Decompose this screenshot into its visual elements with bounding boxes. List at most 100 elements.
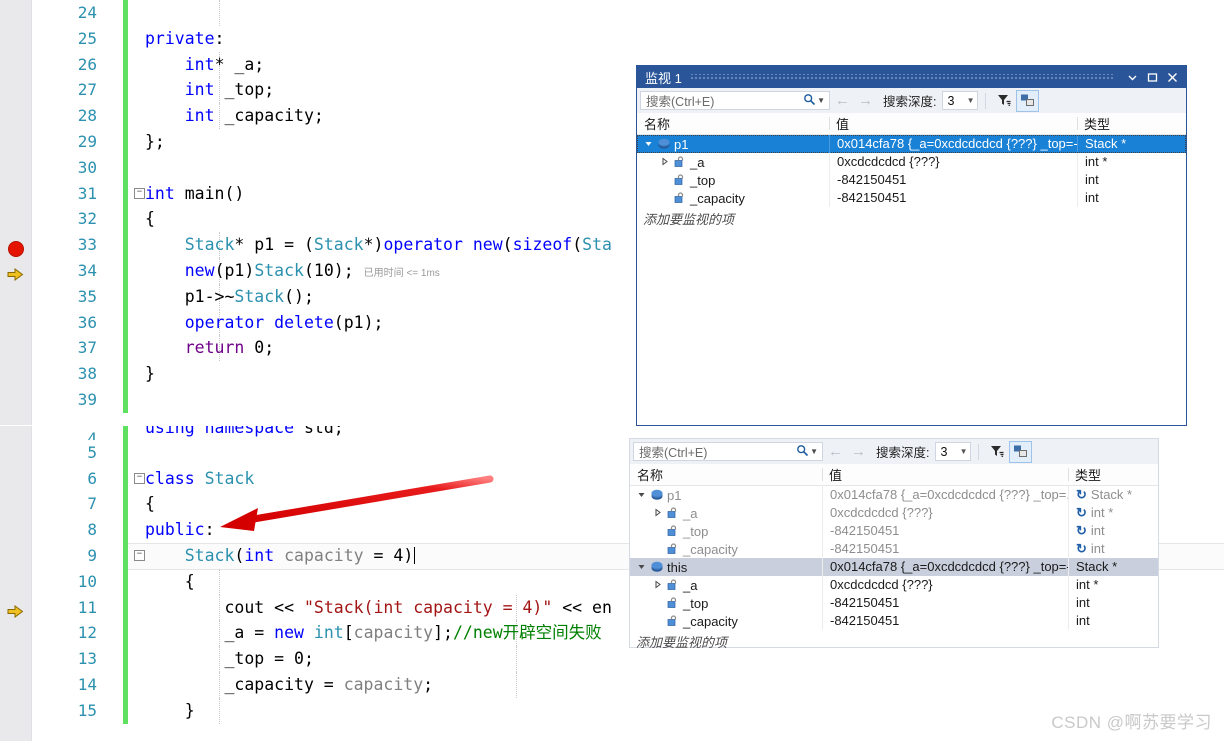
fold-toggle-icon[interactable]: − — [134, 472, 145, 484]
code-line[interactable]: 25 private: — [31, 25, 1224, 52]
chevron-down-icon[interactable]: ▼ — [967, 96, 975, 105]
watch-row[interactable]: this 0x014cfa78 {_a=0xcdcdcdcd {???} _top… — [630, 558, 1158, 576]
column-header[interactable]: 名称 — [637, 114, 829, 133]
expander-closed-icon[interactable] — [659, 157, 670, 168]
watch-name-cell[interactable]: this — [630, 560, 822, 575]
watch-row[interactable]: _top -842150451 ↻ int — [630, 522, 1158, 540]
watch-row[interactable]: _a 0xcdcdcdcd {???} int * — [637, 153, 1186, 171]
watch-row[interactable]: _a 0xcdcdcdcd {???} int * — [630, 576, 1158, 594]
maximize-icon[interactable] — [1142, 67, 1162, 87]
watch-name-cell[interactable]: _capacity — [630, 542, 822, 557]
watch-value-cell[interactable]: 0xcdcdcdcd {???} — [822, 576, 1068, 594]
watch-name-cell[interactable]: _a — [637, 155, 829, 170]
watch-name-cell[interactable]: _capacity — [637, 191, 829, 206]
watch-row[interactable]: p1 0x014cfa78 {_a=0xcdcdcdcd {???} _top=.… — [630, 486, 1158, 504]
watch-row[interactable]: _top -842150451 int — [630, 594, 1158, 612]
refresh-icon[interactable]: ↻ — [1076, 505, 1087, 520]
watch1-column-headers[interactable]: 名称值类型 — [637, 113, 1186, 135]
code-line[interactable]: 13 _top = 0; — [31, 646, 1224, 672]
watch-value-cell[interactable]: -842150451 — [822, 594, 1068, 612]
watch1-title-bar[interactable]: 监视 1 — [637, 66, 1186, 88]
watch1-grid[interactable]: 名称值类型 p1 0x014cfa78 {_a=0xcdcdcdcd {???} … — [637, 113, 1186, 425]
chevron-down-icon[interactable] — [1122, 67, 1142, 87]
watch-value-cell[interactable]: 0xcdcdcdcd {???} — [829, 153, 1077, 171]
expander-open-icon[interactable] — [636, 562, 647, 573]
expander-open-icon[interactable] — [636, 490, 647, 501]
column-header[interactable]: 类型 — [1068, 465, 1158, 484]
watch-value-cell[interactable]: -842150451 — [829, 171, 1077, 189]
search-input[interactable]: 搜索(Ctrl+E) ▼ — [633, 442, 823, 461]
watch2-toolbar[interactable]: 搜索(Ctrl+E) ▼ ← → 搜索深度: 3 ▼ — [630, 439, 1158, 465]
watch2-column-headers[interactable]: 名称值类型 — [630, 464, 1158, 486]
watch-window-2[interactable]: 搜索(Ctrl+E) ▼ ← → 搜索深度: 3 ▼ 名称值类型 p1 0x014… — [629, 438, 1159, 650]
title-drag-dots[interactable] — [689, 74, 1114, 80]
watch-row[interactable]: _a 0xcdcdcdcd {???} ↻ int * — [630, 504, 1158, 522]
code-line[interactable]: 24 — [31, 0, 1224, 26]
watch1-add-item[interactable]: 添加要监视的项 — [637, 207, 1186, 227]
watch-name-cell[interactable]: _capacity — [630, 614, 822, 629]
watch-row[interactable]: _capacity -842150451 int — [637, 189, 1186, 207]
watch-name-cell[interactable]: p1 — [637, 137, 829, 152]
breakpoint-gutter-top[interactable] — [0, 0, 31, 425]
arrow-right-icon[interactable]: → — [848, 443, 869, 460]
watch-name-cell[interactable]: _top — [630, 524, 822, 539]
close-icon[interactable] — [1162, 67, 1182, 87]
watch-row[interactable]: p1 0x014cfa78 {_a=0xcdcdcdcd {???} _top=-… — [637, 135, 1186, 153]
watch2-add-item[interactable]: 添加要监视的项 — [630, 630, 1158, 650]
watch-name-cell[interactable]: _top — [637, 173, 829, 188]
refresh-icon[interactable]: ↻ — [1076, 523, 1087, 538]
pin-filter-icon[interactable] — [986, 442, 1007, 462]
search-depth-input[interactable]: 3 ▼ — [942, 91, 979, 110]
column-header[interactable]: 名称 — [630, 465, 822, 484]
magnifier-icon[interactable] — [795, 444, 809, 460]
magnifier-icon[interactable] — [802, 93, 816, 109]
search-options-chevron-icon[interactable]: ▼ — [810, 447, 818, 456]
watch-value-cell[interactable]: 0x014cfa78 {_a=0xcdcdcdcd {???} _top=... — [822, 486, 1068, 504]
refresh-icon[interactable]: ↻ — [1076, 487, 1087, 502]
arrow-left-icon[interactable]: ← — [825, 443, 846, 460]
watch-window-1[interactable]: 监视 1 搜索(Ctrl+E) ▼ ← → 搜索深度: 3 ▼ 名称 值 类型 … — [636, 65, 1187, 426]
watch-name-cell[interactable]: p1 — [630, 488, 822, 503]
breakpoint-gutter-bottom[interactable] — [0, 426, 31, 741]
expander-open-icon[interactable] — [643, 139, 654, 150]
watch-row[interactable]: _capacity -842150451 ↻ int — [630, 540, 1158, 558]
watch-value-cell[interactable]: 0xcdcdcdcd {???} — [822, 504, 1068, 522]
search-options-chevron-icon[interactable]: ▼ — [817, 96, 825, 105]
watch1-toolbar[interactable]: 搜索(Ctrl+E) ▼ ← → 搜索深度: 3 ▼ — [637, 88, 1186, 114]
watch1-rows[interactable]: p1 0x014cfa78 {_a=0xcdcdcdcd {???} _top=-… — [637, 135, 1186, 207]
watch-row[interactable]: _capacity -842150451 int — [630, 612, 1158, 630]
watch-value-cell[interactable]: -842150451 — [822, 612, 1068, 630]
watch-value-cell[interactable]: 0x014cfa78 {_a=0xcdcdcdcd {???} _top=-84… — [829, 135, 1077, 153]
expander-closed-icon[interactable] — [652, 580, 663, 591]
arrow-left-icon[interactable]: ← — [832, 92, 853, 109]
code-line[interactable]: 14 _capacity = capacity; — [31, 671, 1224, 698]
watch2-grid[interactable]: 名称值类型 p1 0x014cfa78 {_a=0xcdcdcdcd {???} … — [630, 464, 1158, 650]
pin-filter-icon[interactable] — [993, 91, 1014, 111]
code-line[interactable]: 15 } — [31, 697, 1224, 724]
search-depth-input[interactable]: 3 ▼ — [935, 442, 972, 461]
watch-name-cell[interactable]: _a — [630, 578, 822, 593]
refresh-icon[interactable]: ↻ — [1076, 541, 1087, 556]
watch-value-cell[interactable]: 0x014cfa78 {_a=0xcdcdcdcd {???} _top=-84… — [822, 558, 1068, 576]
fold-toggle-icon[interactable]: − — [134, 187, 145, 199]
column-header[interactable]: 值 — [829, 114, 1077, 133]
hex-display-icon[interactable] — [1016, 89, 1040, 112]
watch-row[interactable]: _top -842150451 int — [637, 171, 1186, 189]
hex-display-icon[interactable] — [1009, 440, 1033, 463]
chevron-down-icon[interactable]: ▼ — [960, 447, 968, 456]
current-statement-arrow-icon[interactable] — [7, 267, 24, 282]
column-header[interactable]: 类型 — [1077, 114, 1186, 133]
watch-name-cell[interactable]: _a — [630, 506, 822, 521]
watch-value-cell[interactable]: -842150451 — [822, 522, 1068, 540]
watch-name-cell[interactable]: _top — [630, 596, 822, 611]
watch-value-cell[interactable]: -842150451 — [829, 189, 1077, 207]
breakpoint-icon[interactable] — [8, 241, 24, 258]
arrow-right-icon[interactable]: → — [855, 92, 876, 109]
current-statement-arrow-icon[interactable] — [7, 604, 24, 619]
search-input[interactable]: 搜索(Ctrl+E) ▼ — [640, 91, 830, 110]
watch-value-cell[interactable]: -842150451 — [822, 540, 1068, 558]
fold-toggle-icon[interactable]: − — [134, 549, 145, 561]
watch2-rows[interactable]: p1 0x014cfa78 {_a=0xcdcdcdcd {???} _top=.… — [630, 486, 1158, 630]
column-header[interactable]: 值 — [822, 465, 1068, 484]
expander-closed-icon[interactable] — [652, 508, 663, 519]
